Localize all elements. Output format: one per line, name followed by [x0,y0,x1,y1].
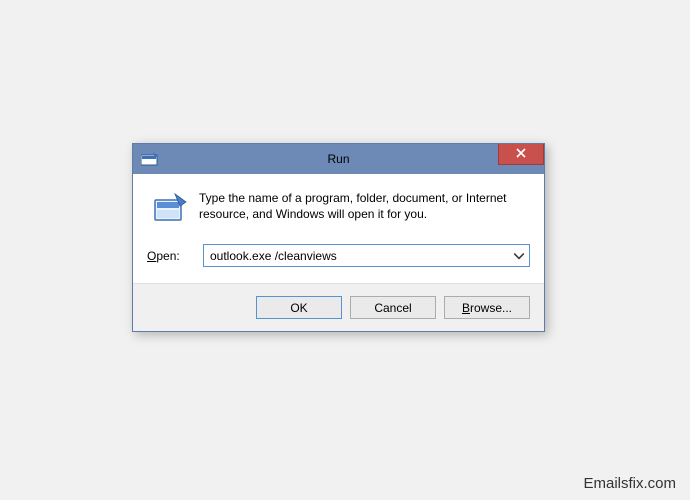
open-input-value: outlook.exe /cleanviews [210,249,337,263]
run-program-icon [153,192,187,226]
button-area: OK Cancel Browse... [133,283,544,331]
browse-button[interactable]: Browse... [444,296,530,319]
watermark-text: Emailsfix.com [583,475,676,492]
open-input-row: Open: outlook.exe /cleanviews [147,244,530,267]
cancel-button[interactable]: Cancel [350,296,436,319]
chevron-down-icon[interactable] [513,250,525,262]
close-button[interactable] [498,144,544,165]
info-text: Type the name of a program, folder, docu… [199,190,530,222]
info-row: Type the name of a program, folder, docu… [147,190,530,226]
open-label: Open: [147,249,193,263]
close-icon [516,147,526,161]
dialog-body: Type the name of a program, folder, docu… [133,174,544,283]
ok-button[interactable]: OK [256,296,342,319]
titlebar[interactable]: Run [133,144,544,174]
run-titlebar-icon [141,152,159,166]
window-title: Run [133,152,544,166]
open-combobox[interactable]: outlook.exe /cleanviews [203,244,530,267]
run-dialog: Run Type the name of a program, folder, … [132,143,545,332]
